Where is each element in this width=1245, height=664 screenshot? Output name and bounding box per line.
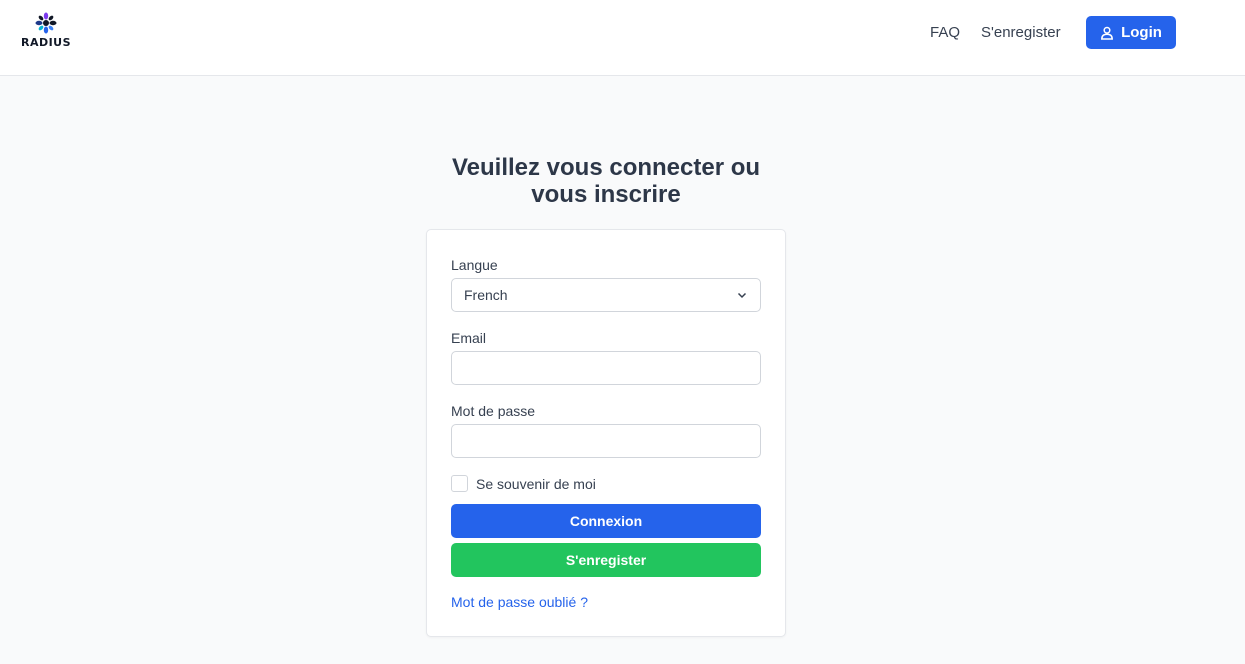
brand-logo[interactable]: RADIUS (20, 12, 72, 52)
top-navbar: RADIUS FAQ S'enregister Login (0, 0, 1245, 76)
nav-faq-link[interactable]: FAQ (930, 24, 960, 41)
page-title: Veuillez vous connecter ou vous inscrire (451, 154, 761, 208)
password-field[interactable] (451, 424, 761, 458)
email-field[interactable] (451, 351, 761, 385)
chevron-down-icon (737, 292, 747, 299)
forgot-password-link[interactable]: Mot de passe oublié ? (451, 594, 588, 610)
language-select-value: French (464, 287, 508, 303)
brand-name: RADIUS (20, 36, 72, 49)
remember-me-checkbox[interactable] (451, 475, 468, 492)
login-button-label: Login (1121, 24, 1162, 41)
user-icon (1101, 26, 1114, 40)
connect-button[interactable]: Connexion (451, 504, 761, 538)
nav-register-link[interactable]: S'enregister (981, 24, 1061, 41)
login-form-card: Langue French Email Mot de passe Se souv… (426, 229, 786, 637)
email-label: Email (451, 330, 487, 346)
remember-me-row: Se souvenir de moi (451, 475, 596, 492)
radius-flower-icon (35, 12, 57, 34)
login-button[interactable]: Login (1086, 16, 1176, 49)
password-label: Mot de passe (451, 403, 536, 419)
language-select[interactable]: French (451, 278, 761, 312)
register-button[interactable]: S'enregister (451, 543, 761, 577)
remember-me-label[interactable]: Se souvenir de moi (476, 476, 596, 492)
language-label: Langue (451, 257, 498, 273)
